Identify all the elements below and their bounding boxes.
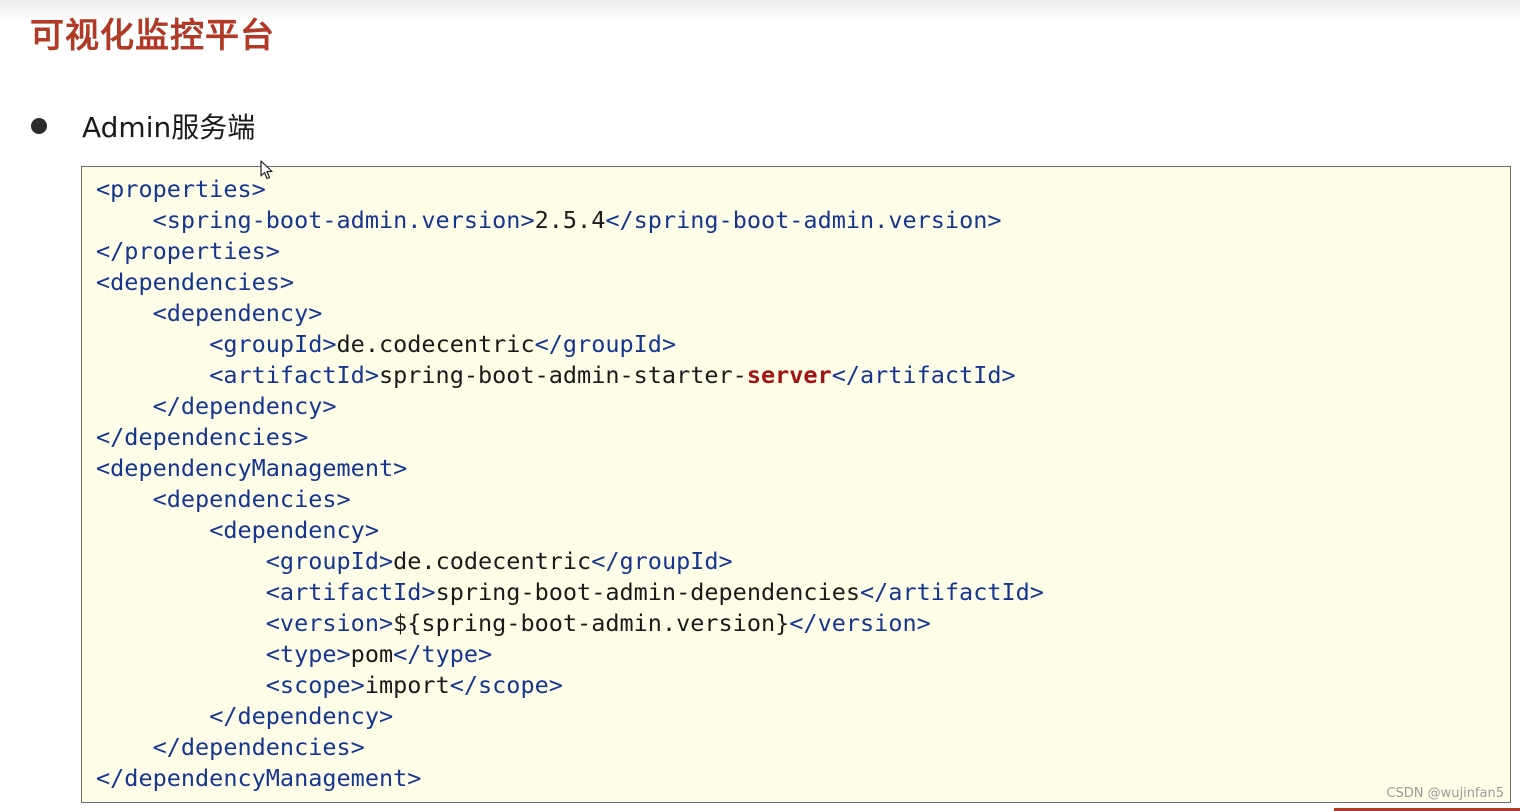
xml-tag: <type> [265, 640, 351, 668]
bullet-text: Admin服务端 [82, 111, 256, 144]
code-text: 2.5.4 [534, 206, 606, 234]
code-text: spring-boot-admin-starter- [378, 361, 747, 389]
code-text: import [364, 671, 450, 699]
code-line: <groupId>de.codecentric</groupId> [96, 546, 1044, 577]
xml-tag: <artifactId> [209, 361, 379, 389]
code-text: ${spring-boot-admin.version} [393, 609, 790, 637]
code-line: <spring-boot-admin.version>2.5.4</spring… [96, 205, 1044, 236]
bullet-item: Admin服务端 [30, 104, 255, 148]
code-text: de.codecentric [336, 330, 535, 358]
code-line: </dependency> [96, 391, 1044, 422]
xml-tag: <dependencies> [152, 485, 351, 513]
xml-tag: </groupId> [534, 330, 677, 358]
xml-tag: </version> [789, 609, 931, 637]
xml-tag: </groupId> [591, 547, 733, 575]
code-line: <dependencyManagement> [96, 453, 1044, 484]
code-line: <version>${spring-boot-admin.version}</v… [96, 608, 1044, 639]
xml-tag: </type> [393, 640, 493, 668]
xml-tag: </dependency> [152, 392, 337, 420]
xml-tag: </artifactId> [831, 361, 1016, 389]
code-line: <dependency> [96, 298, 1044, 329]
code-line: <dependency> [96, 515, 1044, 546]
code-line: </dependency> [96, 701, 1044, 732]
watermark: CSDN @wujinfan5 [1386, 786, 1504, 801]
code-line: </dependencies> [96, 422, 1044, 453]
xml-tag: <groupId> [265, 547, 394, 575]
xml-tag: <dependency> [209, 516, 379, 544]
xml-tag: <artifactId> [265, 578, 436, 606]
xml-tag: </spring-boot-admin.version> [605, 206, 1002, 234]
xml-tag: <dependency> [152, 299, 323, 327]
code-text: pom [350, 640, 394, 668]
code-line: </properties> [96, 236, 1044, 267]
page-title: 可视化监控平台 [30, 16, 275, 56]
xml-tag: </scope> [449, 671, 563, 699]
xml-tag: <dependencyManagement> [96, 454, 408, 482]
code-block: <properties> <spring-boot-admin.version>… [81, 166, 1511, 803]
xml-tag: <properties> [96, 175, 266, 203]
xml-tag: </dependencies> [152, 733, 365, 761]
code-line: <properties> [96, 174, 1044, 205]
bullet-dot-icon [31, 118, 47, 134]
code-text: spring-boot-admin-dependencies [435, 578, 861, 606]
xml-tag: <spring-boot-admin.version> [152, 206, 535, 234]
code-line: <dependencies> [96, 484, 1044, 515]
xml-tag: <groupId> [209, 330, 337, 358]
code-line: <dependencies> [96, 267, 1044, 298]
xml-tag: </dependencies> [96, 423, 309, 451]
xml-tag: <dependencies> [96, 268, 295, 296]
slide: 可视化监控平台 Admin服务端 <properties> <spring-bo… [0, 0, 1520, 811]
code-line: <type>pom</type> [96, 639, 1044, 670]
xml-tag: </properties> [96, 237, 280, 265]
code-text: de.codecentric [393, 547, 592, 575]
highlighted-text: server [746, 361, 832, 389]
mouse-pointer-icon [260, 160, 273, 180]
code-line: </dependencies> [96, 732, 1044, 763]
code-line: <groupId>de.codecentric</groupId> [96, 329, 1044, 360]
xml-tag: <scope> [265, 671, 365, 699]
code-lines: <properties> <spring-boot-admin.version>… [96, 174, 1044, 794]
xml-tag: </artifactId> [860, 578, 1044, 606]
xml-tag: <version> [265, 609, 394, 637]
code-line: <artifactId>spring-boot-admin-starter-se… [96, 360, 1044, 391]
code-line: </dependencyManagement> [96, 763, 1044, 794]
code-line: <artifactId>spring-boot-admin-dependenci… [96, 577, 1044, 608]
xml-tag: </dependency> [209, 702, 394, 730]
xml-tag: </dependencyManagement> [96, 764, 422, 792]
code-line: <scope>import</scope> [96, 670, 1044, 701]
